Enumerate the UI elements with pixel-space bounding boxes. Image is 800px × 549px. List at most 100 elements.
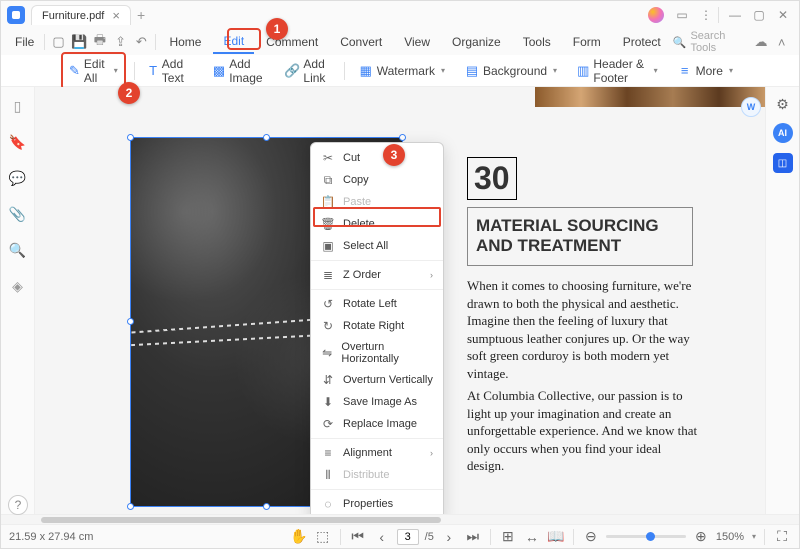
titlebar: Furniture.pdf × + ▭ ⋮ — ▢ ✕ xyxy=(1,1,799,29)
background-button[interactable]: ▤ Background ▾ xyxy=(459,61,563,81)
collapse-ribbon-icon[interactable]: ˄ xyxy=(772,31,791,53)
ctx-z-order[interactable]: ≣Z Order› xyxy=(311,264,443,286)
fit-width-icon[interactable]: ↔ xyxy=(523,528,541,546)
ai-badge[interactable]: AI xyxy=(773,123,793,143)
tab-form[interactable]: Form xyxy=(563,31,611,53)
tab-label: Furniture.pdf xyxy=(42,10,104,22)
open-icon[interactable]: ▢ xyxy=(49,31,68,53)
more-button[interactable]: ≡ More ▾ xyxy=(672,61,739,81)
ctx-rotate-left[interactable]: ↺Rotate Left xyxy=(311,293,443,315)
search-tools[interactable]: 🔍 Search Tools xyxy=(673,30,742,54)
word-badge-icon[interactable]: W xyxy=(741,97,761,117)
export-icon[interactable]: ⇪ xyxy=(111,31,130,53)
bookmarks-icon[interactable]: 🔖 xyxy=(9,133,27,151)
select-all-icon: ▣ xyxy=(321,239,335,253)
ctx-cut[interactable]: ✂Cut xyxy=(311,147,443,169)
ctx-overturn-h[interactable]: ⇋Overturn Horizontally xyxy=(311,337,443,369)
ctx-delete[interactable]: 🗑Delete xyxy=(311,213,443,235)
zoom-out-icon[interactable]: ⊖ xyxy=(582,528,600,546)
search-placeholder: Search Tools xyxy=(690,30,741,54)
attachments-icon[interactable]: 📎 xyxy=(9,205,27,223)
page-input[interactable] xyxy=(397,529,419,545)
pencil-icon: ✎ xyxy=(69,64,80,78)
doc-paragraph-2: At Columbia Collective, our passion is t… xyxy=(467,387,699,475)
fit-page-icon[interactable]: ⊞ xyxy=(499,528,517,546)
add-image-button[interactable]: ▩ Add Image xyxy=(207,54,272,88)
layers-icon[interactable]: ◈ xyxy=(9,277,27,295)
ctx-select-all[interactable]: ▣Select All xyxy=(311,235,443,257)
edit-all-button[interactable]: ✎ Edit All ▾ xyxy=(61,52,126,90)
search-icon: 🔍 xyxy=(673,36,687,49)
zoom-in-icon[interactable]: ⊕ xyxy=(692,528,710,546)
doc-header-image xyxy=(535,87,765,107)
tab-protect[interactable]: Protect xyxy=(613,31,671,53)
window-close-button[interactable]: ✕ xyxy=(773,5,793,25)
share-icon[interactable]: ▭ xyxy=(672,5,692,25)
ctx-rotate-right[interactable]: ↻Rotate Right xyxy=(311,315,443,337)
fullscreen-icon[interactable]: ⛶ xyxy=(773,528,791,546)
ctx-properties[interactable]: ◌Properties xyxy=(311,493,443,514)
more-label: More xyxy=(696,64,723,78)
window-minimize-button[interactable]: — xyxy=(725,5,745,25)
settings-icon[interactable]: ⚙ xyxy=(774,95,792,113)
first-page-icon[interactable]: ⏮ xyxy=(349,528,367,546)
resize-handle[interactable] xyxy=(263,503,270,510)
link-icon: 🔗 xyxy=(285,64,299,78)
add-link-button[interactable]: 🔗 Add Link xyxy=(279,54,336,88)
zoom-slider-thumb[interactable] xyxy=(646,532,655,541)
horizontal-scrollbar[interactable] xyxy=(1,514,799,524)
add-link-label: Add Link xyxy=(303,57,330,85)
doc-heading: MATERIAL SOURCING AND TREATMENT xyxy=(467,207,693,266)
tab-edit[interactable]: Edit xyxy=(213,30,254,54)
hand-tool-icon[interactable]: ✋ xyxy=(290,528,308,546)
zoom-slider[interactable] xyxy=(606,535,686,538)
resize-handle[interactable] xyxy=(263,134,270,141)
window-maximize-button[interactable]: ▢ xyxy=(749,5,769,25)
properties-icon: ◌ xyxy=(321,497,335,511)
help-icon[interactable]: ? xyxy=(8,495,28,515)
undo-icon[interactable]: ↶ xyxy=(132,31,151,53)
document-size: 21.59 x 27.94 cm xyxy=(9,531,93,543)
chevron-down-icon: ▾ xyxy=(441,66,445,75)
watermark-button[interactable]: ▦ Watermark ▾ xyxy=(353,61,451,81)
chevron-down-icon: ▾ xyxy=(553,66,557,75)
ctx-overturn-v[interactable]: ⇵Overturn Vertically xyxy=(311,369,443,391)
chevron-down-icon[interactable]: ▾ xyxy=(752,532,756,541)
kebab-menu-icon[interactable]: ⋮ xyxy=(696,5,716,25)
next-page-icon[interactable]: › xyxy=(440,528,458,546)
tab-tools[interactable]: Tools xyxy=(513,31,561,53)
resize-handle[interactable] xyxy=(399,134,406,141)
tab-convert[interactable]: Convert xyxy=(330,31,392,53)
comments-icon[interactable]: 💬 xyxy=(9,169,27,187)
resize-handle[interactable] xyxy=(127,134,134,141)
context-menu: ✂Cut ⧉Copy 📋Paste 🗑Delete ▣Select All ≣Z… xyxy=(310,142,444,514)
edit-all-label: Edit All xyxy=(84,57,108,85)
resize-handle[interactable] xyxy=(127,503,134,510)
tab-home[interactable]: Home xyxy=(159,31,211,53)
cloud-icon[interactable]: ☁ xyxy=(752,31,771,53)
print-icon[interactable]: 🖶 xyxy=(91,31,110,53)
select-tool-icon[interactable]: ⬚ xyxy=(314,528,332,546)
scroll-thumb[interactable] xyxy=(41,517,441,523)
read-mode-icon[interactable]: 📖 xyxy=(547,528,565,546)
prev-page-icon[interactable]: ‹ xyxy=(373,528,391,546)
ctx-replace-image[interactable]: ⟳Replace Image xyxy=(311,413,443,435)
tab-organize[interactable]: Organize xyxy=(442,31,511,53)
thumbnails-icon[interactable]: ▯ xyxy=(9,97,27,115)
ctx-alignment[interactable]: ≡Alignment› xyxy=(311,442,443,464)
close-tab-icon[interactable]: × xyxy=(112,9,120,22)
new-tab-button[interactable]: + xyxy=(137,7,145,23)
resize-handle[interactable] xyxy=(127,318,134,325)
search-panel-icon[interactable]: 🔍 xyxy=(9,241,27,259)
document-tab[interactable]: Furniture.pdf × xyxy=(31,5,131,25)
file-menu[interactable]: File xyxy=(9,33,40,51)
ctx-copy[interactable]: ⧉Copy xyxy=(311,169,443,191)
ms-badge[interactable]: ◫ xyxy=(773,153,793,173)
tab-view[interactable]: View xyxy=(394,31,440,53)
assistant-orb-icon[interactable] xyxy=(648,7,664,23)
header-footer-button[interactable]: ▥ Header & Footer ▾ xyxy=(571,54,664,88)
last-page-icon[interactable]: ⏭ xyxy=(464,528,482,546)
add-text-button[interactable]: T Add Text xyxy=(142,54,199,88)
ctx-save-image-as[interactable]: ⬇Save Image As xyxy=(311,391,443,413)
save-icon[interactable]: 💾 xyxy=(70,31,89,53)
